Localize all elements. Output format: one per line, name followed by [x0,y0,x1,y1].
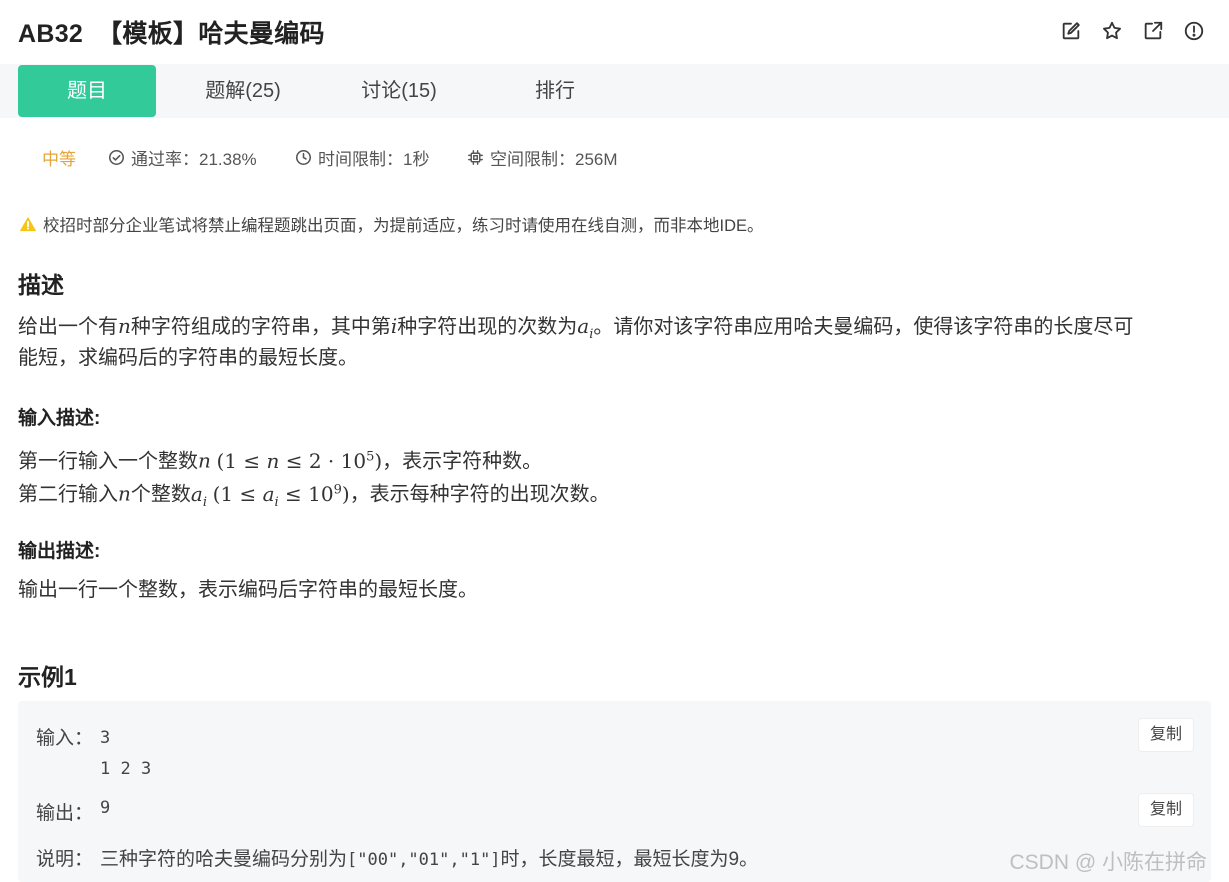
tab-discussion[interactable]: 讨论(15) [330,65,468,117]
star-icon[interactable] [1101,20,1123,42]
text-segment: 三种字符的哈夫曼编码分别为 [100,849,348,870]
text-segment: 给出一个有 [18,316,118,338]
example-output-value[interactable]: 9 [100,798,110,818]
problem-name: 【模板】哈夫曼编码 [97,20,325,48]
input-line-1: 第一行输入一个整数n (1 ≤ n ≤ 2 · 105)，表示字符种数。 [18,441,542,478]
input-heading: 输入描述: [18,408,101,429]
output-heading: 输出描述: [18,541,101,562]
copy-input-button[interactable]: 复制 [1139,719,1193,751]
text-segment: 时，长度最短，最短长度为9。 [500,849,759,870]
problem-header: AB32 【模板】哈夫曼编码 [0,0,1229,64]
copy-output-button[interactable]: 复制 [1139,794,1193,826]
problem-title: AB32 【模板】哈夫曼编码 [18,14,325,50]
example-heading: 示例1 [18,664,77,690]
pass-rate: 通过率：21.38% [108,145,257,170]
example-output-label: 输出： [36,803,94,824]
text-segment: ，表示每种字符的出现次数。 [349,483,610,506]
warning-icon [19,216,37,232]
memory-limit: 空间限制：256M [467,145,618,170]
example-input-value[interactable]: 3 1 2 3 [100,723,151,785]
pass-rate-text: 通过率：21.38% [131,150,257,169]
difficulty-badge: 中等 [42,150,76,169]
text-segment: 种字符组成的字符串，其中第 [130,316,391,338]
text-segment: ，表示字符种数。 [382,450,543,473]
description-heading: 描述 [18,272,64,298]
math-n: n [198,448,211,473]
text-segment: 第二行输入 [18,483,118,506]
example-explain-text: 三种字符的哈夫曼编码分别为["00","01","1"]时，长度最短，最短长度为… [100,844,758,871]
math-range-ai: (1 ≤ ai ≤ 109) [212,481,350,510]
input-line-2: 第二行输入n个整数ai (1 ≤ ai ≤ 109)，表示每种字符的出现次数。 [18,474,610,519]
math-n: n [118,314,131,338]
report-icon[interactable] [1183,20,1205,42]
text-segment: 第一行输入一个整数 [18,450,198,473]
math-ai: ai [190,481,207,510]
exam-notice: 校招时部分企业笔试将禁止编程题跳出页面，为提前适应，练习时请使用在线自测，而非本… [19,212,764,236]
math-ai: ai [577,314,594,342]
description-line-2: 能短，求编码后的字符串的最短长度。 [18,347,358,369]
time-limit: 时间限制：1秒 [295,145,429,170]
check-circle-icon [108,149,125,166]
text-segment: 。请你对该字符串应用哈夫曼编码，使得该字符串的长度尽可 [593,316,1134,338]
watermark: CSDN @ 小陈在拼命 [1009,851,1208,874]
output-line-1: 输出一行一个整数，表示编码后字符串的最短长度。 [18,579,478,601]
text-segment: 种字符出现的次数为 [397,316,578,338]
math-n: n [118,481,131,506]
tab-problem[interactable]: 题目 [18,65,156,117]
math-range-n: (1 ≤ n ≤ 2 · 105) [216,448,383,473]
tab-ranking[interactable]: 排行 [486,65,624,117]
tab-bar: 题目 题解(25) 讨论(15) 排行 [0,64,1229,118]
time-limit-text: 时间限制：1秒 [318,150,430,169]
edit-icon[interactable] [1060,20,1082,42]
example-input-label: 输入： [36,728,94,749]
clock-icon [295,149,312,166]
external-link-icon[interactable] [1142,20,1164,42]
text-segment: 个整数 [130,483,191,506]
problem-code: AB32 [18,20,84,48]
problem-meta: 中等 通过率：21.38% 时间限制：1秒 空间限制：256M [0,143,1229,173]
notice-text: 校招时部分企业笔试将禁止编程题跳出页面，为提前适应，练习时请使用在线自测，而非本… [43,217,764,235]
tab-solutions[interactable]: 题解(25) [174,65,312,117]
example-explain-label: 说明： [36,849,94,870]
chip-icon [468,150,483,165]
code-segment: ["00","01","1"] [347,850,501,870]
memory-limit-text: 空间限制：256M [490,150,618,169]
